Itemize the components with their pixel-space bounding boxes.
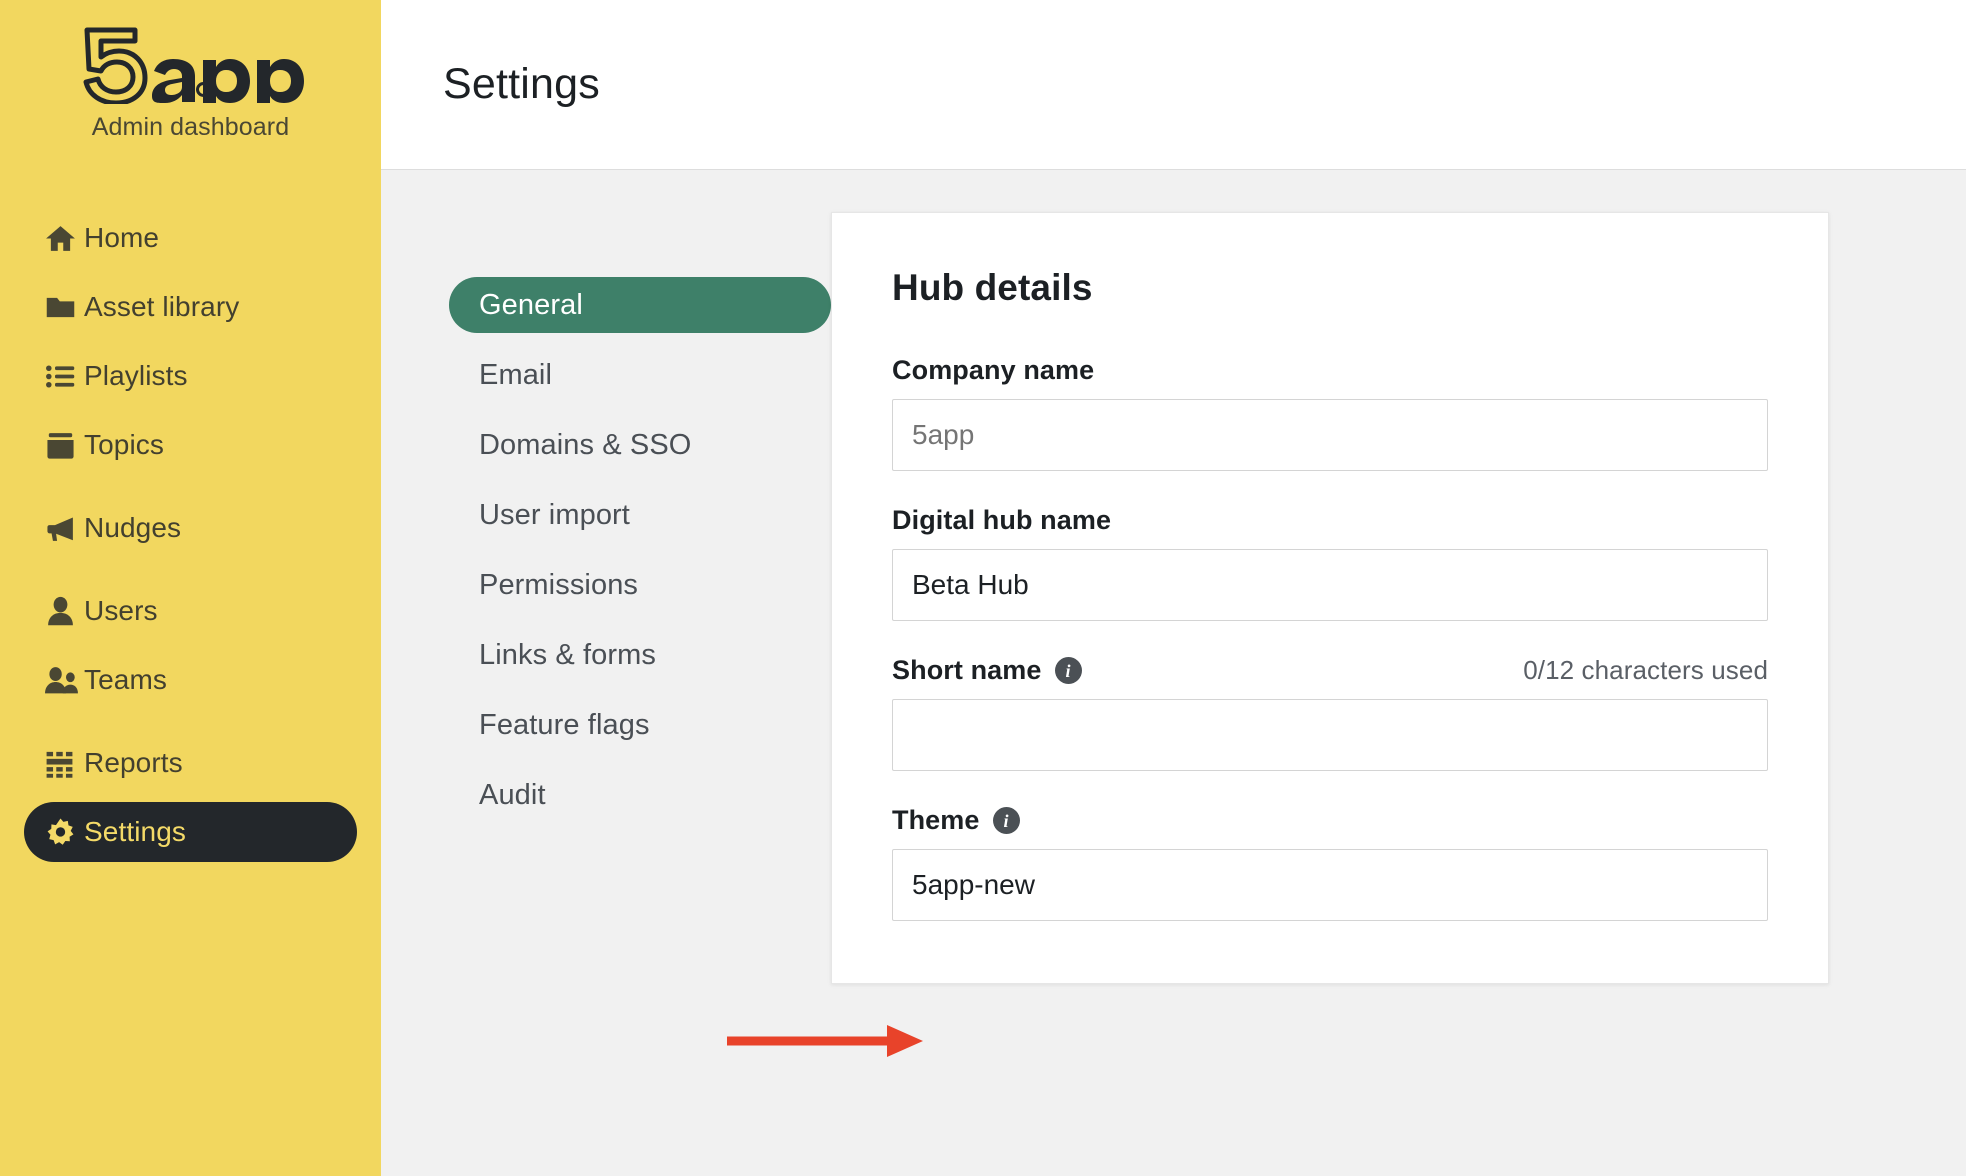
tab-general[interactable]: General [449,277,831,333]
tab-domains-sso[interactable]: Domains & SSO [449,417,831,473]
brand-subtitle: Admin dashboard [91,113,290,141]
sidebar-item-topics[interactable]: Topics [24,415,357,475]
short-name-label: Short name [892,655,1042,685]
tab-email[interactable]: Email [449,347,831,403]
tab-label: Domains & SSO [479,428,692,461]
tab-audit[interactable]: Audit [449,767,831,823]
sidebar-item-settings[interactable]: Settings [24,802,357,862]
short-name-character-counter: 0/12 characters used [1523,655,1768,685]
sidebar-item-reports[interactable]: Reports [24,733,357,793]
company-name-label: Company name [892,355,1095,385]
field-short-name: Short name i 0/12 characters used [892,655,1768,771]
5app-logo-icon [0,26,381,104]
sidebar-item-label: Settings [84,816,186,847]
brand: Admin dashboard [0,18,381,142]
tab-user-import[interactable]: User import [449,487,831,543]
nav-divider-gap [24,484,357,498]
digital-hub-name-label: Digital hub name [892,505,1112,535]
sidebar-item-teams[interactable]: Teams [24,650,357,710]
short-name-input[interactable] [892,699,1768,771]
settings-tab-rail: General Email Domains & SSO User import … [381,212,831,1176]
sidebar-item-label: Users [84,595,158,626]
field-head: Company name [892,355,1768,386]
sidebar-item-playlists[interactable]: Playlists [24,346,357,406]
user-icon [44,595,84,628]
archive-box-icon [44,429,84,462]
field-head: Digital hub name [892,505,1768,536]
tab-feature-flags[interactable]: Feature flags [449,697,831,753]
field-head: Theme i [892,805,1768,836]
theme-input[interactable] [892,849,1768,921]
digital-hub-name-input[interactable] [892,549,1768,621]
tab-label: Feature flags [479,708,650,741]
nav-divider-gap [24,567,357,581]
tab-label: General [479,288,583,321]
tab-label: Permissions [479,568,639,601]
sidebar-item-label: Topics [84,429,164,460]
sidebar-item-label: Reports [84,747,183,778]
sidebar-item-nudges[interactable]: Nudges [24,498,357,558]
tab-label: User import [479,498,630,531]
sidebar: Admin dashboard Home Asset library Playl… [0,0,381,1176]
sidebar-item-label: Asset library [84,291,240,322]
home-icon [44,222,84,255]
table-grid-icon [44,748,84,779]
sidebar-item-label: Playlists [84,360,188,391]
megaphone-icon [44,512,84,545]
field-theme: Theme i [892,805,1768,921]
theme-label-wrap: Theme i [892,805,1020,836]
theme-label: Theme [892,805,980,835]
app-root: Admin dashboard Home Asset library Playl… [0,0,1966,1176]
field-digital-hub-name: Digital hub name [892,505,1768,621]
settings-content: General Email Domains & SSO User import … [381,170,1966,1176]
sidebar-item-label: Teams [84,664,167,695]
card-area: Hub details Company name Digital hub nam… [831,212,1966,1176]
hub-details-card: Hub details Company name Digital hub nam… [831,212,1829,984]
tab-label: Email [479,358,553,391]
sidebar-item-home[interactable]: Home [24,208,357,268]
tab-permissions[interactable]: Permissions [449,557,831,613]
field-head: Short name i 0/12 characters used [892,655,1768,686]
top-bar: Settings [381,0,1966,170]
short-name-label-wrap: Short name i [892,655,1082,686]
tab-links-forms[interactable]: Links & forms [449,627,831,683]
page-title: Settings [443,60,600,108]
main-area: Settings General Email Domains & SSO Use… [381,0,1966,1176]
gear-icon [44,816,84,849]
field-company-name: Company name [892,355,1768,471]
info-icon[interactable]: i [992,807,1020,834]
sidebar-item-label: Nudges [84,512,182,543]
sidebar-item-asset-library[interactable]: Asset library [24,277,357,337]
users-group-icon [44,664,84,697]
tab-label: Audit [479,778,546,811]
info-icon[interactable]: i [1054,657,1082,684]
sidebar-item-label: Home [84,222,160,253]
company-name-input[interactable] [892,399,1768,471]
folder-open-icon [44,291,84,324]
card-title: Hub details [892,267,1093,308]
list-ul-icon [44,360,84,393]
sidebar-item-users[interactable]: Users [24,581,357,641]
nav-divider-gap [24,719,357,733]
sidebar-nav: Home Asset library Playlists Topics Nudg… [0,208,381,862]
tab-label: Links & forms [479,638,656,671]
